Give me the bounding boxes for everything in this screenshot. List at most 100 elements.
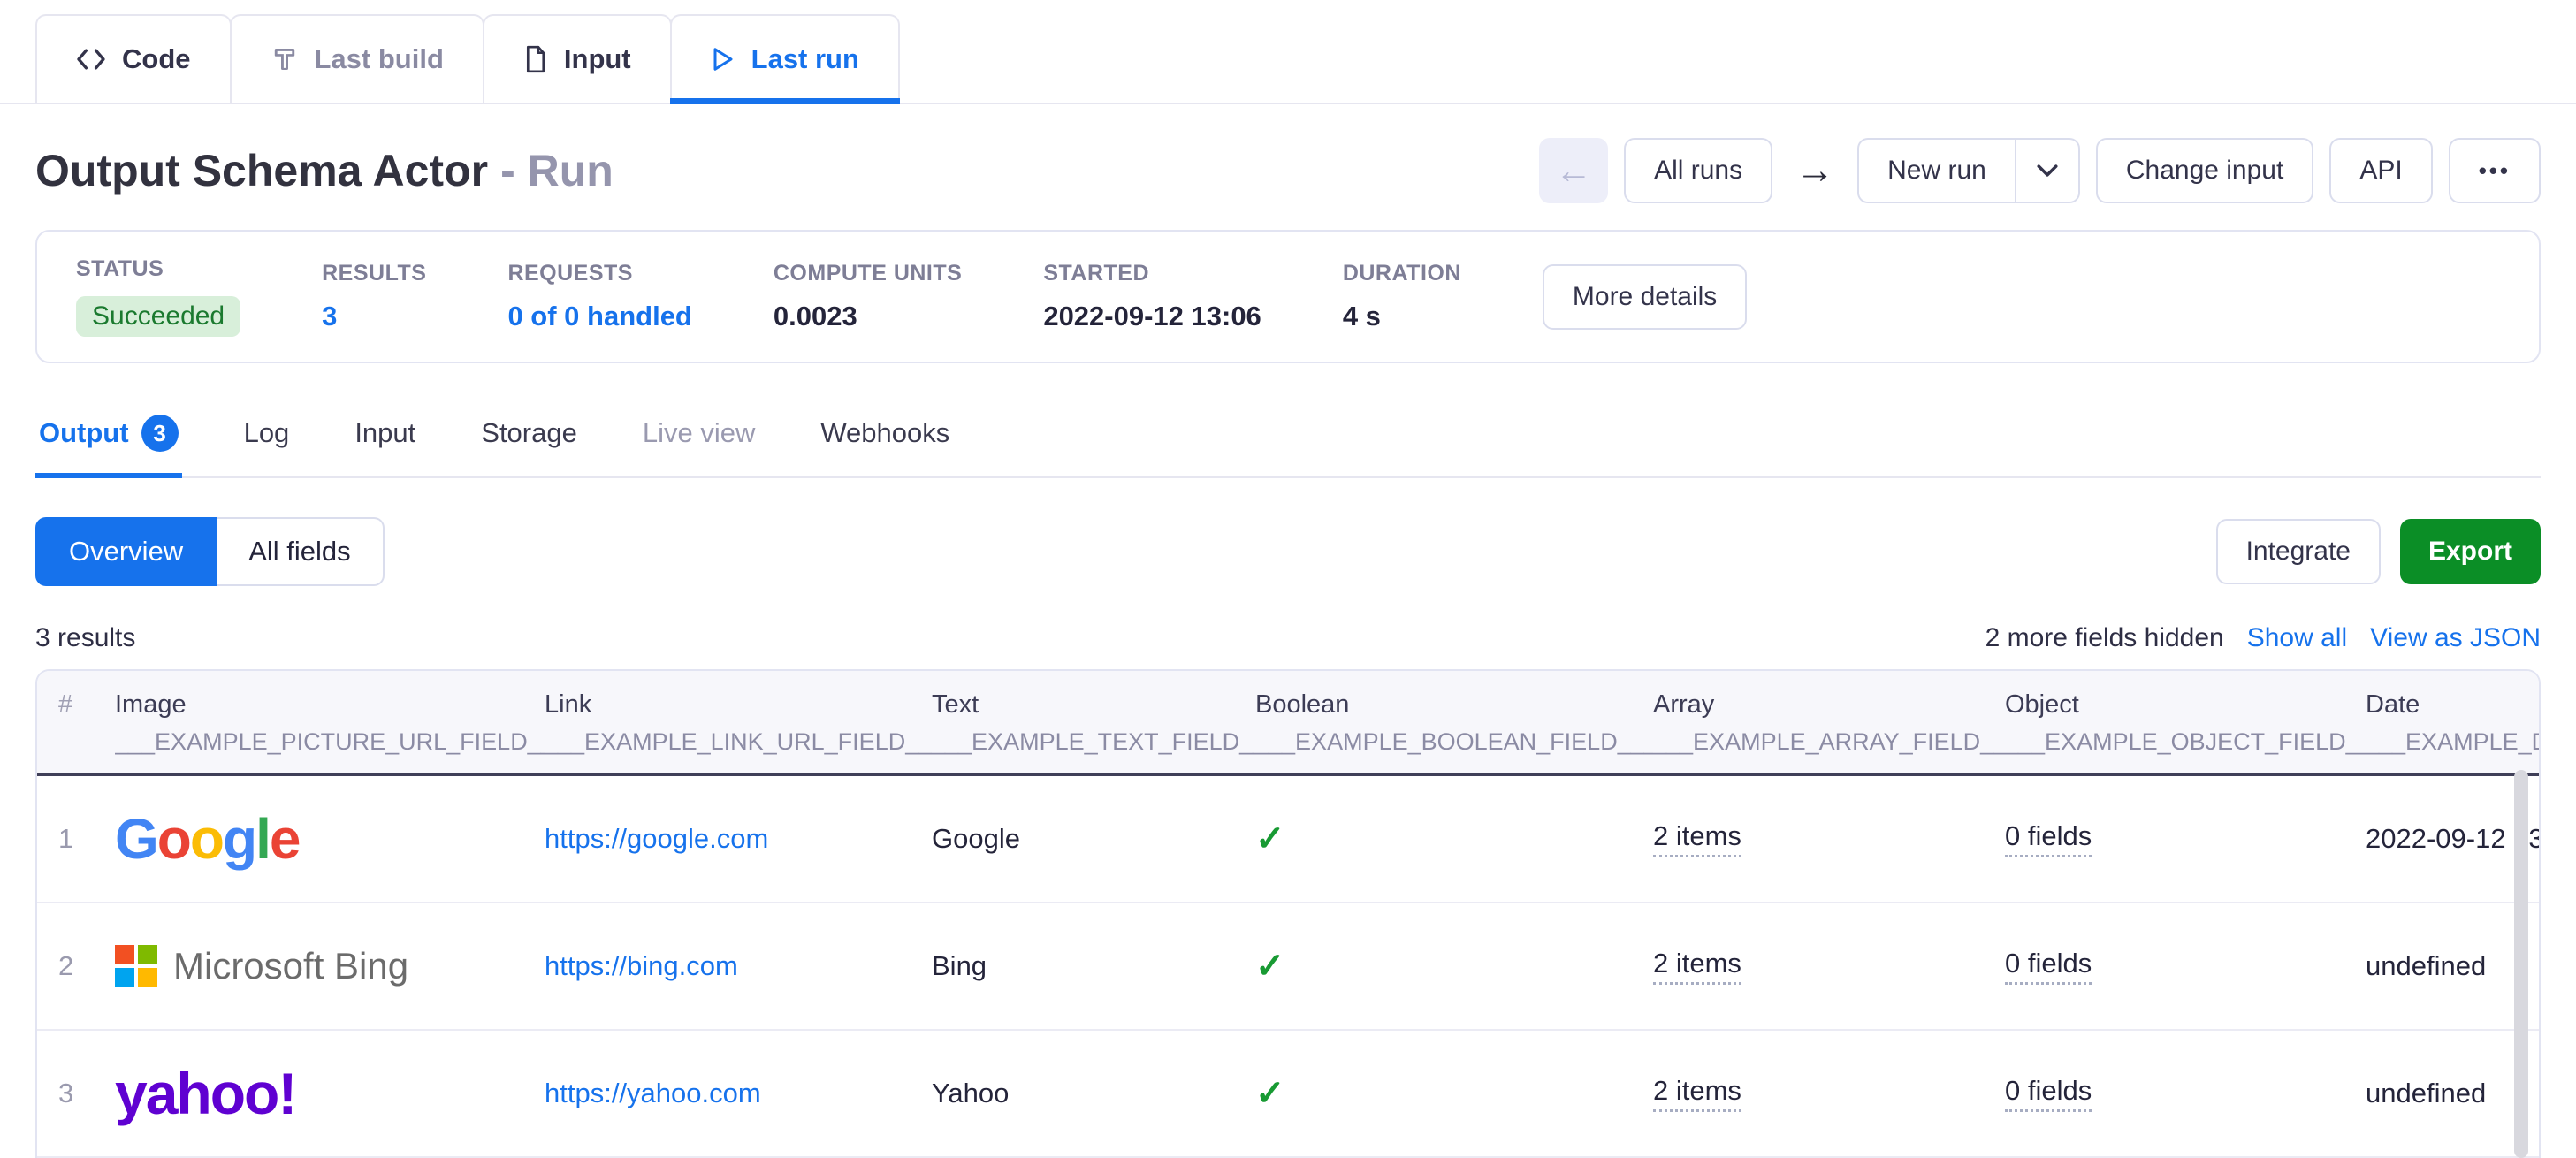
view-as-json-link[interactable]: View as JSON <box>2370 623 2541 653</box>
date-cell: undefined <box>2366 1031 2539 1156</box>
stat-results: RESULTS 3 <box>322 261 426 332</box>
link-cell[interactable]: https://bing.com <box>545 950 738 982</box>
tab-code[interactable]: Code <box>35 14 232 103</box>
output-count-badge: 3 <box>141 415 179 452</box>
microsoft-squares-icon <box>115 945 157 987</box>
image-cell: Microsoft Bing <box>115 903 545 1029</box>
show-all-link[interactable]: Show all <box>2247 623 2347 653</box>
tab-run-input[interactable]: Input <box>351 412 419 474</box>
more-details-button[interactable]: More details <box>1543 264 1747 330</box>
stat-duration: DURATION 4 s <box>1343 261 1461 332</box>
build-tab-bar: Code Last build Input Last run <box>0 0 2576 104</box>
hidden-fields-note: 2 more fields hidden Show all View as JS… <box>1985 623 2541 653</box>
table-header-row: # Image ___EXAMPLE_PICTURE_URL_FIELD___ … <box>37 671 2539 776</box>
image-cell: Google <box>115 776 545 902</box>
stat-compute-units: COMPUTE UNITS 0.0023 <box>774 261 962 332</box>
stat-requests-label: REQUESTS <box>507 261 691 286</box>
results-count: 3 results <box>35 623 135 653</box>
boolean-true-check-icon: ✓ <box>1255 1073 1285 1114</box>
chevron-down-icon <box>2036 156 2059 186</box>
tab-input[interactable]: Input <box>483 14 672 103</box>
tab-live-view[interactable]: Live view <box>639 412 759 474</box>
hammer-icon <box>271 45 299 73</box>
table-vertical-scrollbar[interactable] <box>2514 770 2528 1158</box>
new-run-split-button: New run <box>1857 138 2080 203</box>
boolean-true-check-icon: ✓ <box>1255 946 1285 987</box>
overview-toggle-button[interactable]: Overview <box>35 517 217 586</box>
column-date: Date ___EXAMPLE_DATE_FIELD___ <box>2366 690 2539 756</box>
stat-started-label: STARTED <box>1043 261 1261 286</box>
stat-results-value[interactable]: 3 <box>322 301 426 332</box>
column-boolean: Boolean ___EXAMPLE_BOOLEAN_FIELD___ <box>1255 690 1653 756</box>
integrate-button[interactable]: Integrate <box>2216 519 2381 584</box>
all-fields-toggle-button[interactable]: All fields <box>217 517 384 586</box>
tab-last-run[interactable]: Last run <box>670 14 900 103</box>
text-cell: Yahoo <box>932 1031 1255 1156</box>
change-input-button[interactable]: Change input <box>2096 138 2313 203</box>
table-row: 3 yahoo! https://yahoo.com Yahoo ✓ 2 ite… <box>37 1031 2539 1158</box>
table-row: 1 Google https://google.com Google ✓ 2 i… <box>37 776 2539 903</box>
tab-code-label: Code <box>122 43 191 75</box>
code-icon <box>76 47 106 72</box>
all-runs-button[interactable]: All runs <box>1624 138 1772 203</box>
boolean-true-check-icon: ✓ <box>1255 819 1285 859</box>
stat-compute-units-value: 0.0023 <box>774 301 962 332</box>
array-cell[interactable]: 2 items <box>1653 820 1741 857</box>
stat-requests: REQUESTS 0 of 0 handled <box>507 261 691 332</box>
view-toggle: Overview All fields <box>35 517 385 586</box>
date-cell: undefined <box>2366 903 2539 1029</box>
object-cell[interactable]: 0 fields <box>2005 948 2092 985</box>
new-run-button[interactable]: New run <box>1857 138 2016 203</box>
more-actions-button[interactable]: ••• <box>2449 138 2541 203</box>
new-run-dropdown-button[interactable] <box>2016 138 2080 203</box>
tab-log[interactable]: Log <box>240 412 293 474</box>
play-icon <box>711 46 735 72</box>
column-array: Array ___EXAMPLE_ARRAY_FIELD___ <box>1653 690 2005 756</box>
api-button[interactable]: API <box>2329 138 2432 203</box>
row-index: 2 <box>58 903 115 1029</box>
run-status-card: STATUS Succeeded RESULTS 3 REQUESTS 0 of… <box>35 230 2541 363</box>
stat-requests-value[interactable]: 0 of 0 handled <box>507 301 691 332</box>
hidden-fields-text: 2 more fields hidden <box>1985 623 2224 653</box>
yahoo-logo-image: yahoo! <box>115 1060 295 1127</box>
page-title-suffix: - Run <box>500 146 614 195</box>
row-index: 1 <box>58 776 115 902</box>
table-row: 2 Microsoft Bing https://bing.com Bing ✓… <box>37 903 2539 1031</box>
object-cell[interactable]: 0 fields <box>2005 1075 2092 1112</box>
bing-logo-image: Microsoft Bing <box>115 945 408 987</box>
ellipsis-icon: ••• <box>2479 157 2511 185</box>
page-title: Output Schema Actor- Run <box>35 145 614 196</box>
array-cell[interactable]: 2 items <box>1653 1075 1741 1112</box>
tab-output[interactable]: Output 3 <box>35 409 182 476</box>
link-cell[interactable]: https://google.com <box>545 823 768 855</box>
text-cell: Google <box>932 776 1255 902</box>
previous-run-button[interactable]: ← <box>1539 138 1608 203</box>
column-text: Text ___EXAMPLE_TEXT_FIELD___ <box>932 690 1255 756</box>
back-arrow-icon: ← <box>1555 149 1592 192</box>
column-image: Image ___EXAMPLE_PICTURE_URL_FIELD___ <box>115 690 545 756</box>
status-badge: Succeeded <box>76 296 240 337</box>
export-button[interactable]: Export <box>2400 519 2541 584</box>
page-header: Output Schema Actor- Run ← All runs → Ne… <box>35 138 2541 203</box>
next-run-button[interactable]: → <box>1788 149 1841 193</box>
stat-status-label: STATUS <box>76 256 240 282</box>
tab-webhooks[interactable]: Webhooks <box>817 412 953 474</box>
results-bar: 3 results 2 more fields hidden Show all … <box>35 623 2541 653</box>
run-tab-bar: Output 3 Log Input Storage Live view Web… <box>35 409 2541 478</box>
array-cell[interactable]: 2 items <box>1653 948 1741 985</box>
tab-last-build[interactable]: Last build <box>230 14 484 103</box>
image-cell: yahoo! <box>115 1031 545 1156</box>
text-cell: Bing <box>932 903 1255 1029</box>
tab-last-run-label: Last run <box>751 43 859 75</box>
google-logo-image: Google <box>115 806 299 872</box>
output-toolbar: Overview All fields Integrate Export <box>35 517 2541 586</box>
column-object: Object ___EXAMPLE_OBJECT_FIELD___ <box>2005 690 2366 756</box>
tab-input-label: Input <box>564 43 631 75</box>
forward-arrow-icon: → <box>1795 149 1834 192</box>
object-cell[interactable]: 0 fields <box>2005 820 2092 857</box>
link-cell[interactable]: https://yahoo.com <box>545 1078 761 1109</box>
tab-storage[interactable]: Storage <box>477 412 581 474</box>
header-actions: ← All runs → New run Change input API ••… <box>1539 138 2541 203</box>
date-cell: 2022-09-12 13:06:0 <box>2366 776 2539 902</box>
column-index: # <box>58 690 115 756</box>
